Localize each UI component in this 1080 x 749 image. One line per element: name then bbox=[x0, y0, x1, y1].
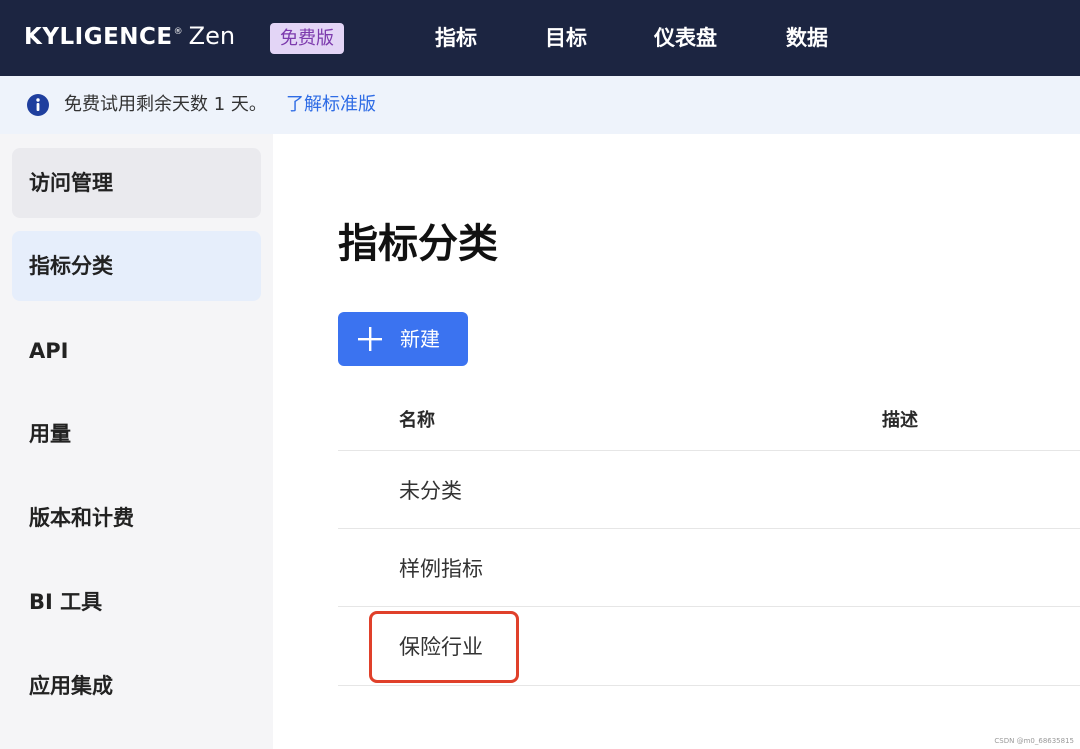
nav-item-dashboard[interactable]: 仪表盘 bbox=[654, 22, 717, 54]
column-header-description[interactable]: 描述 bbox=[882, 409, 918, 433]
annotation-highlight-box bbox=[369, 611, 519, 683]
settings-sidebar: 访问管理 指标分类 API 用量 版本和计费 BI 工具 应用集成 bbox=[0, 134, 273, 749]
kyligence-logo[interactable]: KYLIGENCE ® Zen bbox=[24, 22, 235, 56]
sidebar-item-app-integration[interactable]: 应用集成 bbox=[12, 651, 261, 721]
logo-product-name: Zen bbox=[188, 22, 236, 50]
logo-registered-mark: ® bbox=[173, 27, 183, 37]
sidebar-item-access-management[interactable]: 访问管理 bbox=[12, 148, 261, 218]
table-divider bbox=[338, 606, 1080, 607]
sidebar-item-metric-categories[interactable]: 指标分类 bbox=[12, 231, 261, 301]
page-title: 指标分类 bbox=[338, 221, 498, 267]
nav-item-metrics[interactable]: 指标 bbox=[435, 22, 477, 54]
nav-item-data[interactable]: 数据 bbox=[786, 22, 828, 54]
table-row-uncategorized[interactable]: 未分类 bbox=[399, 477, 462, 505]
sidebar-item-usage[interactable]: 用量 bbox=[12, 399, 261, 469]
new-button-label: 新建 bbox=[400, 327, 440, 351]
table-row-sample-metrics[interactable]: 样例指标 bbox=[399, 555, 483, 583]
edition-badge: 免费版 bbox=[270, 23, 344, 54]
table-divider bbox=[338, 685, 1080, 686]
sidebar-item-bi-tools[interactable]: BI 工具 bbox=[12, 567, 261, 637]
nav-item-goals[interactable]: 目标 bbox=[545, 22, 587, 54]
table-divider bbox=[338, 450, 1080, 451]
logo-text: KYLIGENCE bbox=[24, 24, 173, 50]
watermark: CSDN @m0_68635815 bbox=[994, 737, 1074, 745]
learn-standard-edition-link[interactable]: 了解标准版 bbox=[286, 93, 376, 117]
trial-remaining-text: 免费试用剩余天数 1 天。 bbox=[64, 94, 267, 115]
top-nav-bar: KYLIGENCE ® Zen 免费版 指标 目标 仪表盘 数据 bbox=[0, 0, 1080, 76]
new-category-button[interactable]: 新建 bbox=[338, 312, 468, 366]
plus-icon bbox=[358, 327, 382, 351]
sidebar-item-version-billing[interactable]: 版本和计费 bbox=[12, 483, 261, 553]
column-header-name[interactable]: 名称 bbox=[399, 409, 435, 433]
info-icon bbox=[27, 94, 49, 116]
sidebar-item-api[interactable]: API bbox=[12, 316, 261, 386]
table-divider bbox=[338, 528, 1080, 529]
